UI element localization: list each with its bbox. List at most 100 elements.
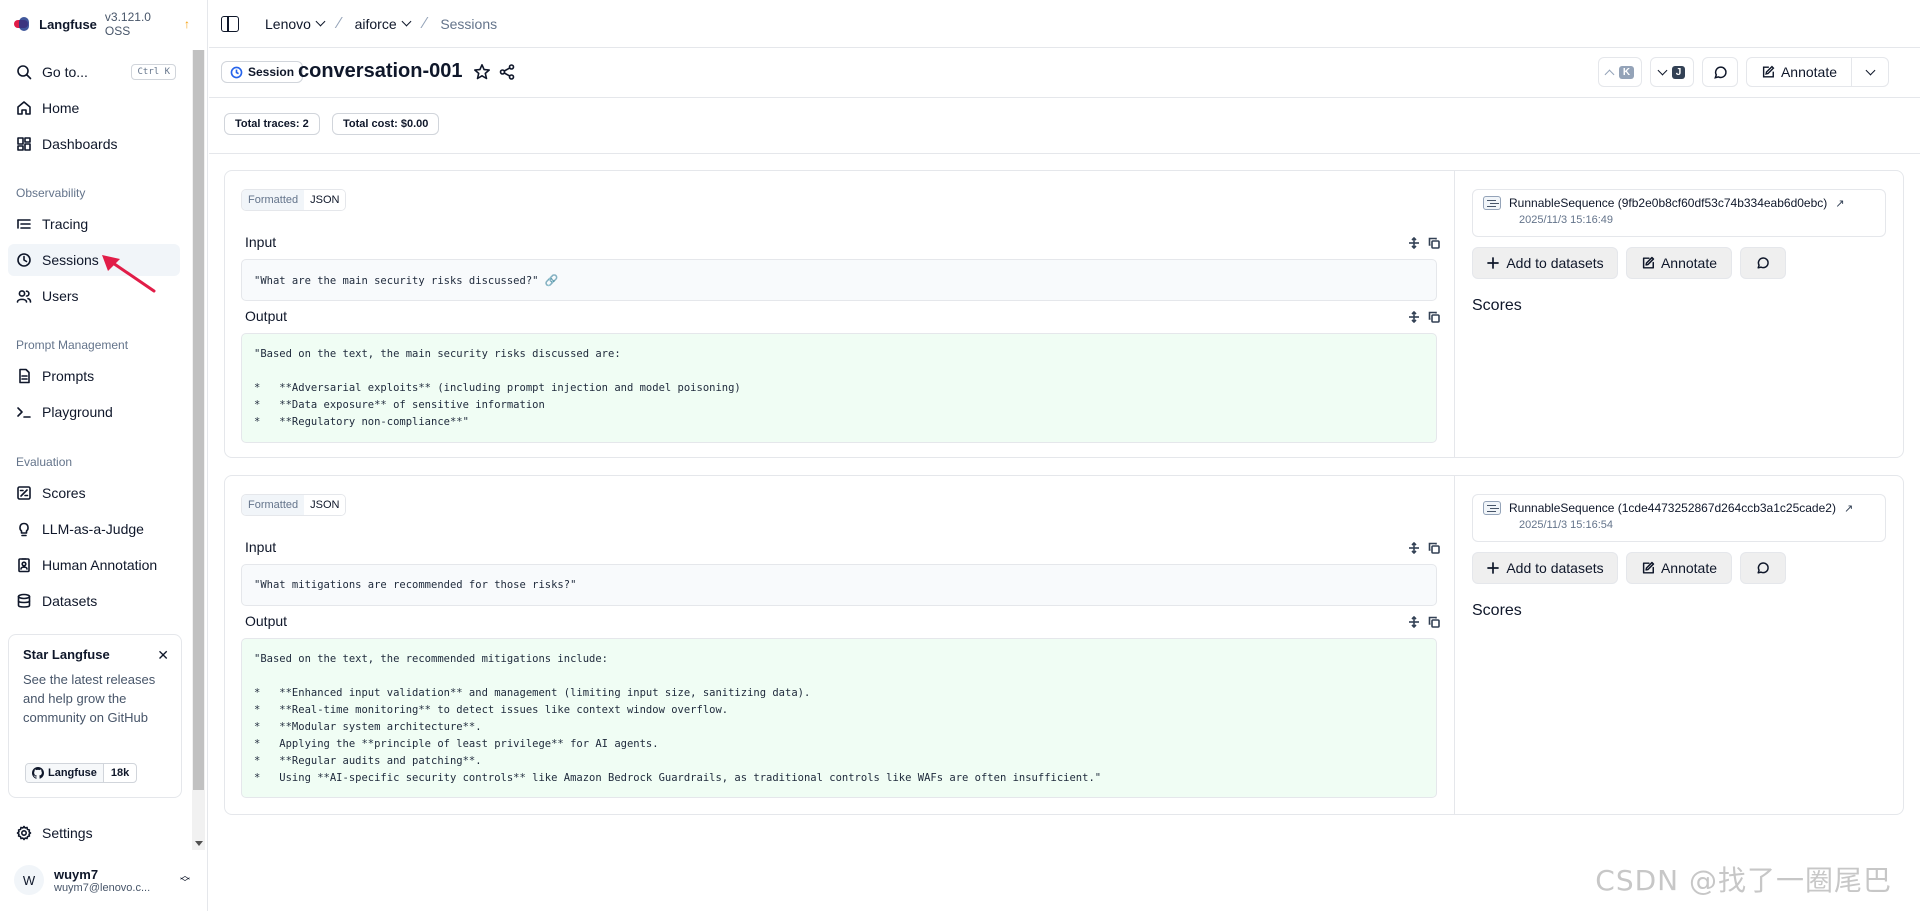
trace-list-icon — [1483, 196, 1501, 210]
page-title: conversation-001 — [298, 60, 463, 82]
breadcrumb-current-page: Sessions — [440, 15, 498, 32]
chevron-down-icon — [401, 16, 412, 27]
section-evaluation: Evaluation — [16, 455, 73, 469]
next-session-button[interactable]: J — [1650, 57, 1694, 87]
users-icon — [16, 290, 32, 303]
expand-icon[interactable] — [1408, 237, 1420, 249]
user-menu[interactable]: W wuym7 wuym7@lenovo.c... ︿ ﹀ — [14, 862, 190, 898]
user-info: wuym7 wuym7@lenovo.c... — [54, 867, 150, 894]
close-icon[interactable]: ✕ — [157, 647, 169, 664]
expand-icon[interactable] — [1408, 542, 1420, 554]
github-badge-text: Langfuse — [48, 767, 97, 779]
add-to-datasets-label: Add to datasets — [1506, 255, 1604, 271]
sidebar-item-label: Human Annotation — [42, 557, 158, 573]
langfuse-logo-icon — [14, 17, 31, 31]
copy-icon[interactable] — [1428, 542, 1440, 554]
trace-link[interactable]: RunnableSequence (1cde4473252867d264ccb3… — [1472, 494, 1886, 542]
sidebar-item-prompts[interactable]: Prompts — [8, 360, 180, 392]
sidebar-item-dashboards[interactable]: Dashboards — [8, 128, 180, 160]
output-tools — [1408, 311, 1440, 323]
session-badge-label: Session — [248, 65, 295, 79]
chevron-down-icon — [1657, 65, 1668, 75]
copy-icon[interactable] — [1428, 616, 1440, 628]
breadcrumb-project[interactable]: aiforce — [355, 16, 412, 32]
view-formatted-option[interactable]: Formatted — [242, 190, 305, 210]
home-icon — [17, 101, 31, 115]
annotate-button[interactable]: Annotate — [1746, 57, 1852, 87]
github-star-badge[interactable]: Langfuse 18k — [25, 763, 138, 783]
scrollbar-thumb[interactable] — [193, 50, 204, 790]
trace-name: RunnableSequence (9fb2e0b8cf60df53c74b33… — [1509, 196, 1828, 210]
score-icon — [17, 486, 31, 500]
add-to-datasets-label: Add to datasets — [1506, 560, 1604, 576]
trace-name: RunnableSequence (1cde4473252867d264ccb3… — [1509, 501, 1836, 515]
gear-icon — [16, 825, 32, 841]
star-icon[interactable] — [473, 63, 491, 81]
copy-icon[interactable] — [1428, 237, 1440, 249]
input-content: "What are the main security risks discus… — [241, 259, 1437, 301]
scroll-down-arrow-icon[interactable] — [195, 841, 203, 846]
view-formatted-option[interactable]: Formatted — [242, 495, 305, 515]
edit-icon — [1762, 65, 1775, 78]
trace-link[interactable]: RunnableSequence (9fb2e0b8cf60df53c74b33… — [1472, 189, 1886, 237]
brand-version: v3.121.0 OSS — [104, 10, 151, 38]
sidebar-item-tracing[interactable]: Tracing — [8, 208, 180, 240]
toggle-sidebar-icon[interactable] — [221, 15, 239, 32]
sidebar-item-label: Datasets — [42, 593, 98, 609]
output-content: "Based on the text, the main security ri… — [241, 333, 1437, 443]
sidebar-item-label: Playground — [42, 404, 113, 420]
breadcrumb-org-label: Lenovo — [265, 15, 311, 32]
trace-list-icon — [1483, 501, 1501, 515]
sidebar-item-home[interactable]: Home — [8, 92, 180, 124]
add-to-datasets-button[interactable]: Add to datasets — [1472, 247, 1618, 279]
sidebar-item-settings[interactable]: Settings — [8, 817, 180, 849]
annotate-trace-button[interactable]: Annotate — [1626, 247, 1732, 279]
output-label: Output — [245, 308, 288, 324]
comment-trace-button[interactable] — [1740, 552, 1786, 584]
annotate-dropdown-button[interactable] — [1851, 57, 1889, 87]
share-icon[interactable] — [498, 63, 516, 81]
top-bar: Lenovo ⁄ aiforce ⁄ Sessions — [209, 0, 1920, 48]
trace-io-panel: Formatted JSON Input "What are the main … — [225, 171, 1455, 457]
sidebar-item-playground[interactable]: Playground — [8, 396, 180, 428]
goto-search[interactable]: Go to... Ctrl K — [8, 56, 180, 88]
comment-trace-button[interactable] — [1740, 247, 1786, 279]
github-badge-label: Langfuse — [26, 764, 104, 782]
comment-button[interactable] — [1702, 57, 1738, 87]
input-text: "What are the main security risks discus… — [254, 275, 539, 287]
sidebar-item-human-annotation[interactable]: Human Annotation — [8, 549, 180, 581]
expand-icon[interactable] — [1408, 616, 1420, 628]
copy-icon[interactable] — [1428, 311, 1440, 323]
expand-icon[interactable] — [1408, 311, 1420, 323]
sidebar-item-datasets[interactable]: Datasets — [8, 585, 180, 617]
section-observability: Observability — [16, 186, 86, 200]
message-circle-icon — [1757, 257, 1769, 269]
link-icon[interactable]: 🔗 — [545, 274, 559, 287]
add-to-datasets-button[interactable]: Add to datasets — [1472, 552, 1618, 584]
view-json-option[interactable]: JSON — [304, 190, 346, 210]
terminal-icon — [17, 407, 31, 418]
breadcrumb-separator: ⁄ — [337, 14, 341, 32]
chevron-down-icon — [1865, 65, 1875, 75]
session-header: Session conversation-001 K J Annotate — [209, 48, 1920, 98]
sidebar-item-scores[interactable]: Scores — [8, 477, 180, 509]
total-cost-badge: Total cost: $0.00 — [332, 113, 440, 135]
sidebar-item-label: Dashboards — [42, 136, 118, 152]
database-icon — [17, 593, 31, 608]
annotate-label: Annotate — [1660, 560, 1718, 576]
sidebar-item-label: Tracing — [42, 216, 89, 232]
sidebar-item-llm-judge[interactable]: LLM-as-a-Judge — [8, 513, 180, 545]
previous-session-button[interactable]: K — [1598, 57, 1642, 87]
pointer-arrow-icon — [102, 255, 156, 293]
sidebar-item-label: Users — [42, 288, 79, 304]
sidebar-scrollbar[interactable] — [192, 50, 205, 850]
brand[interactable]: Langfuse v3.121.0 OSS ↑ — [14, 10, 190, 38]
external-link-icon: ↗ — [1843, 502, 1854, 515]
annotate-trace-button[interactable]: Annotate — [1626, 552, 1732, 584]
breadcrumb-org[interactable]: Lenovo — [265, 15, 326, 32]
trace-name-row: RunnableSequence (1cde4473252867d264ccb3… — [1483, 501, 1875, 515]
chevron-up-icon — [1604, 69, 1615, 79]
user-name: wuym7 — [54, 866, 99, 882]
external-link-icon: ↗ — [1835, 197, 1845, 210]
view-json-option[interactable]: JSON — [304, 495, 346, 515]
